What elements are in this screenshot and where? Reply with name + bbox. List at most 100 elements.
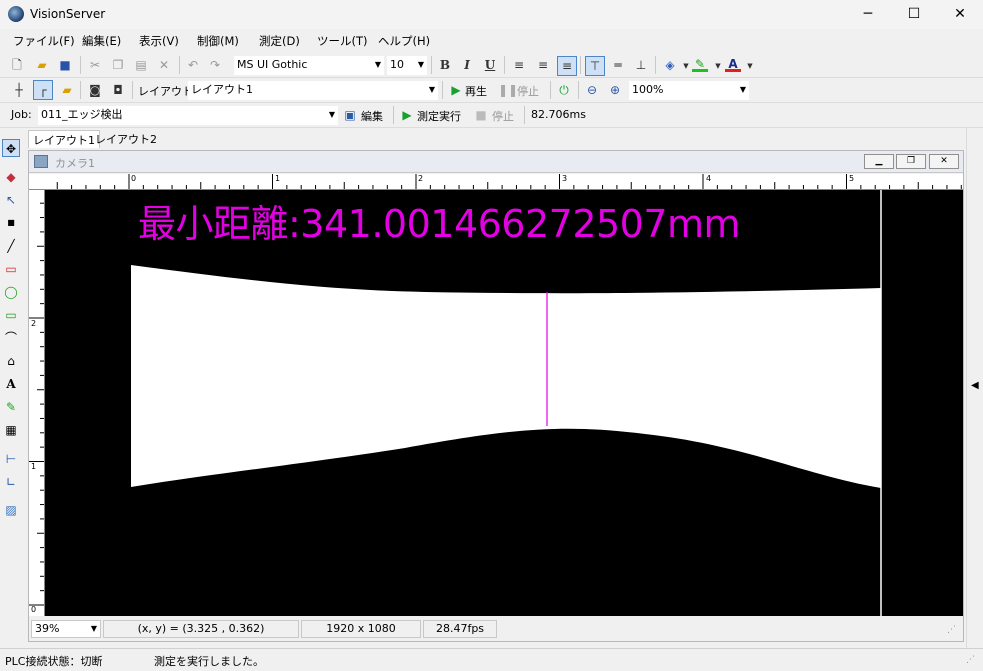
play-icon[interactable]: ▶	[448, 82, 464, 98]
run-measure-button[interactable]: 測定実行	[417, 108, 461, 124]
align-right-icon[interactable]: ≡	[557, 56, 577, 76]
menu-view[interactable]: 表示(V)	[139, 33, 179, 49]
new-file-icon[interactable]: 🗋	[9, 57, 25, 73]
camera-restore-button[interactable]: ❐	[896, 154, 926, 169]
chevron-down-icon[interactable]: ▼	[742, 58, 758, 74]
polygon-tool-icon[interactable]: ⌂	[2, 352, 20, 370]
fill-color-icon[interactable]: ◈	[662, 57, 678, 73]
circle-tool-icon[interactable]: ◯	[2, 283, 20, 301]
stop-button[interactable]: 停止	[517, 83, 539, 99]
zoom-out-icon[interactable]: ⊖	[584, 82, 600, 98]
menu-edit[interactable]: 編集(E)	[82, 33, 121, 49]
underline-icon[interactable]: U	[482, 57, 498, 73]
line-tool-icon[interactable]: ╱	[2, 237, 20, 255]
font-name-select[interactable]: MS UI Gothic ▼	[234, 56, 384, 75]
select-arrow-icon[interactable]: ↖	[2, 191, 20, 209]
crosshair-tool-icon[interactable]: ┼	[11, 82, 27, 98]
pen-tool-icon[interactable]: ✎	[2, 398, 20, 416]
camera-close-button[interactable]: ✕	[929, 154, 959, 169]
job-select[interactable]: 011_エッジ検出 ▼	[38, 106, 338, 125]
undo-icon[interactable]: ↶	[185, 57, 201, 73]
menu-control[interactable]: 制御(M)	[197, 33, 239, 49]
right-panel-toggle[interactable]: ◀	[966, 128, 983, 648]
ellipse-tool-icon[interactable]: ▭	[2, 306, 20, 324]
chevron-left-icon[interactable]: ◀	[971, 380, 979, 391]
ruler-top-label: 4	[706, 174, 712, 183]
play-button[interactable]: 再生	[465, 83, 487, 99]
ruler-top-label: 2	[418, 174, 424, 183]
cut-icon[interactable]: ✂	[87, 57, 103, 73]
chevron-down-icon: ▼	[417, 60, 424, 69]
camera-minimize-button[interactable]: ▁	[864, 154, 894, 169]
text-tool-icon[interactable]: A	[2, 375, 20, 393]
font-name-value: MS UI Gothic	[237, 58, 308, 71]
open-folder-icon[interactable]: ▰	[34, 57, 50, 73]
minimize-button[interactable]: ─	[845, 0, 891, 29]
save-icon[interactable]: ■	[57, 57, 73, 73]
camera-image[interactable]: 最小距離:341.001466272507mm	[45, 190, 963, 616]
camera-window-titlebar: カメラ1 ▁ ❐ ✕	[29, 151, 963, 173]
close-button[interactable]: ✕	[937, 0, 983, 29]
valign-top-icon[interactable]: ⊤	[585, 56, 605, 76]
zoom-select[interactable]: 100% ▼	[629, 81, 749, 100]
tab-layout1[interactable]: レイアウト1	[28, 130, 100, 148]
camera-window-title: カメラ1	[55, 157, 95, 170]
menu-tools[interactable]: ツール(T)	[317, 33, 368, 49]
rectangle-tool-icon[interactable]: ▭	[2, 260, 20, 278]
format-toolbar: 🗋 ▰ ■ ✂ ❐ ▤ ✕ ↶ ↷ MS UI Gothic ▼ 10 ▼ B …	[0, 53, 983, 78]
valign-middle-icon[interactable]: ═	[610, 57, 626, 73]
resize-grip-icon[interactable]: ⋰	[966, 655, 975, 665]
move-tool-icon[interactable]: ✥	[2, 139, 20, 157]
stop-icon[interactable]: ■	[473, 107, 489, 123]
bold-icon[interactable]: B	[437, 57, 453, 73]
chevron-down-icon[interactable]: ▼	[710, 58, 726, 74]
line-color-icon[interactable]: ✎	[692, 56, 708, 72]
arc-tool-icon[interactable]: ⌒	[2, 329, 20, 347]
ruler-top: 0 1 2 3 4 5	[29, 174, 963, 190]
stop-measure-button[interactable]: 停止	[492, 108, 514, 124]
cursor-coords: (x, y) = (3.325 , 0.362)	[103, 620, 299, 638]
run-measure-icon[interactable]: ▶	[399, 107, 415, 123]
eraser-tool-icon[interactable]: ◆	[2, 168, 20, 186]
resize-grip-icon[interactable]: ⋰	[947, 625, 956, 635]
edit-job-icon[interactable]: ▣	[342, 107, 358, 123]
edit-job-button[interactable]: 編集	[361, 108, 383, 124]
lock-folder-icon[interactable]: ▰	[59, 82, 75, 98]
camera-snapshot-icon[interactable]: ◙	[87, 82, 103, 98]
angle-tool-icon[interactable]: ∟	[2, 473, 20, 491]
valign-bottom-icon[interactable]: ⊥	[633, 57, 649, 73]
frame-rate: 28.47fps	[423, 620, 497, 638]
paste-icon[interactable]: ▤	[133, 57, 149, 73]
menu-file[interactable]: ファイル(F)	[13, 33, 75, 49]
menu-bar: ファイル(F) 編集(E) 表示(V) 制御(M) 測定(D) ツール(T) ヘ…	[0, 29, 983, 51]
camera-settings-icon[interactable]: ◘	[110, 82, 126, 98]
chevron-down-icon: ▼	[90, 624, 97, 633]
app-title: VisionServer	[30, 7, 106, 21]
delete-icon[interactable]: ✕	[156, 57, 172, 73]
align-center-icon[interactable]: ≡	[535, 57, 551, 73]
maximize-button[interactable]: ☐	[891, 0, 937, 29]
copy-icon[interactable]: ❐	[110, 57, 126, 73]
qr-code-tool-icon[interactable]: ▦	[2, 421, 20, 439]
ruler-top-label: 3	[562, 174, 568, 183]
redo-icon[interactable]: ↷	[207, 57, 223, 73]
power-icon[interactable]: ⏻	[556, 82, 572, 98]
layout-select[interactable]: レイアウト1 ▼	[188, 81, 438, 100]
ruler-tool-icon[interactable]: ┌	[33, 80, 53, 100]
italic-icon[interactable]: I	[459, 57, 475, 73]
image-tool-icon[interactable]: ▨	[2, 501, 20, 519]
layout-value: レイアウト1	[191, 83, 253, 96]
menu-measure[interactable]: 測定(D)	[259, 33, 300, 49]
font-color-icon[interactable]: A	[725, 56, 741, 72]
chevron-down-icon: ▼	[428, 85, 435, 94]
measurement-overlay-text: 最小距離:341.001466272507mm	[138, 202, 741, 246]
align-left-icon[interactable]: ≡	[511, 57, 527, 73]
point-tool-icon[interactable]: ■	[2, 214, 20, 232]
tab-layout2[interactable]: レイアウト2	[91, 130, 161, 148]
font-size-select[interactable]: 10 ▼	[387, 56, 427, 75]
pause-icon[interactable]: ❚❚	[498, 82, 518, 98]
view-zoom-select[interactable]: 39% ▼	[31, 620, 101, 638]
zoom-in-icon[interactable]: ⊕	[607, 82, 623, 98]
dimension-tool-icon[interactable]: ⊢	[2, 450, 20, 468]
menu-help[interactable]: ヘルプ(H)	[378, 33, 430, 49]
